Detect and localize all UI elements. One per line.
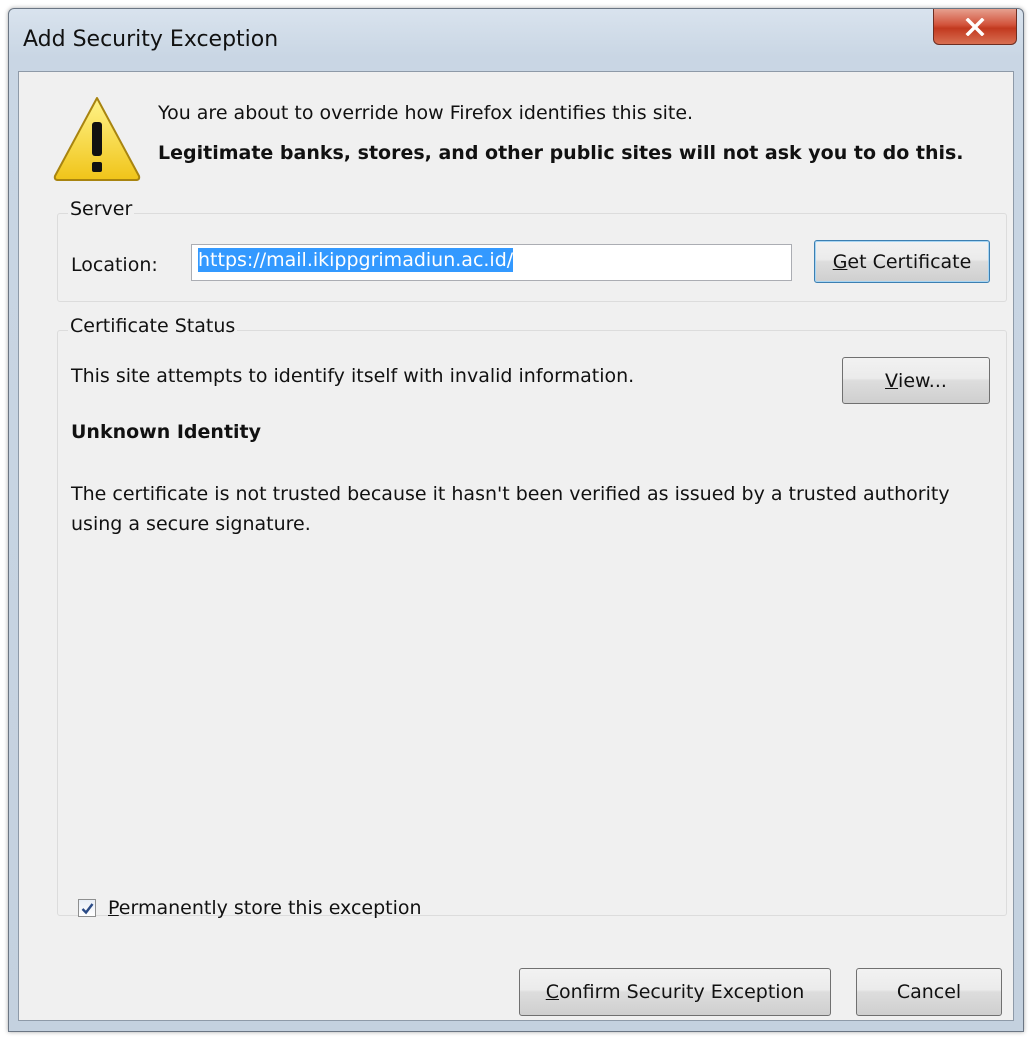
checkmark-icon xyxy=(81,902,93,914)
permanent-store-label[interactable]: Permanently store this exception xyxy=(108,897,422,919)
view-button[interactable]: View... xyxy=(842,357,990,404)
close-button[interactable] xyxy=(933,9,1017,45)
server-group: Server Location: https://mail.ikippgrima… xyxy=(57,198,1007,302)
warning-icon xyxy=(53,97,141,181)
certificate-status-label: Certificate Status xyxy=(68,315,238,337)
permanent-store-text: ermanently store this exception xyxy=(118,897,422,919)
view-mnemonic: V xyxy=(885,369,899,392)
server-group-label: Server xyxy=(68,198,135,220)
warning-text: Legitimate banks, stores, and other publ… xyxy=(158,142,964,164)
get-certificate-mnemonic: G xyxy=(832,250,848,273)
intro-text: You are about to override how Firefox id… xyxy=(158,102,694,124)
certificate-status-group: Certificate Status This site attempts to… xyxy=(57,315,1007,919)
certificate-description: The certificate is not trusted because i… xyxy=(71,483,950,535)
permanent-store-checkbox-row[interactable]: Permanently store this exception xyxy=(78,897,422,919)
dialog-body: You are about to override how Firefox id… xyxy=(18,71,1014,1021)
unknown-identity-heading: Unknown Identity xyxy=(71,421,262,443)
dialog-window: Add Security Exception You are about to … xyxy=(8,8,1024,1032)
location-label: Location: xyxy=(71,254,158,276)
permanent-store-checkbox[interactable] xyxy=(78,899,96,917)
close-icon xyxy=(965,17,985,36)
confirm-label: onfirm Security Exception xyxy=(559,981,805,1003)
window-title: Add Security Exception xyxy=(23,27,279,52)
confirm-security-exception-button[interactable]: Confirm Security Exception xyxy=(519,968,831,1016)
confirm-mnemonic: C xyxy=(545,981,560,1003)
cancel-button[interactable]: Cancel xyxy=(856,968,1002,1016)
title-bar[interactable]: Add Security Exception xyxy=(9,9,1023,71)
permanent-store-mnemonic: P xyxy=(108,897,119,919)
view-label: iew... xyxy=(898,369,947,392)
location-value: https://mail.ikippgrimadiun.ac.id/ xyxy=(198,248,514,272)
location-input[interactable]: https://mail.ikippgrimadiun.ac.id/ xyxy=(191,244,792,281)
certificate-summary: This site attempts to identify itself wi… xyxy=(71,365,635,387)
get-certificate-button[interactable]: Get Certificate xyxy=(814,240,990,283)
get-certificate-label: et Certificate xyxy=(847,250,972,273)
